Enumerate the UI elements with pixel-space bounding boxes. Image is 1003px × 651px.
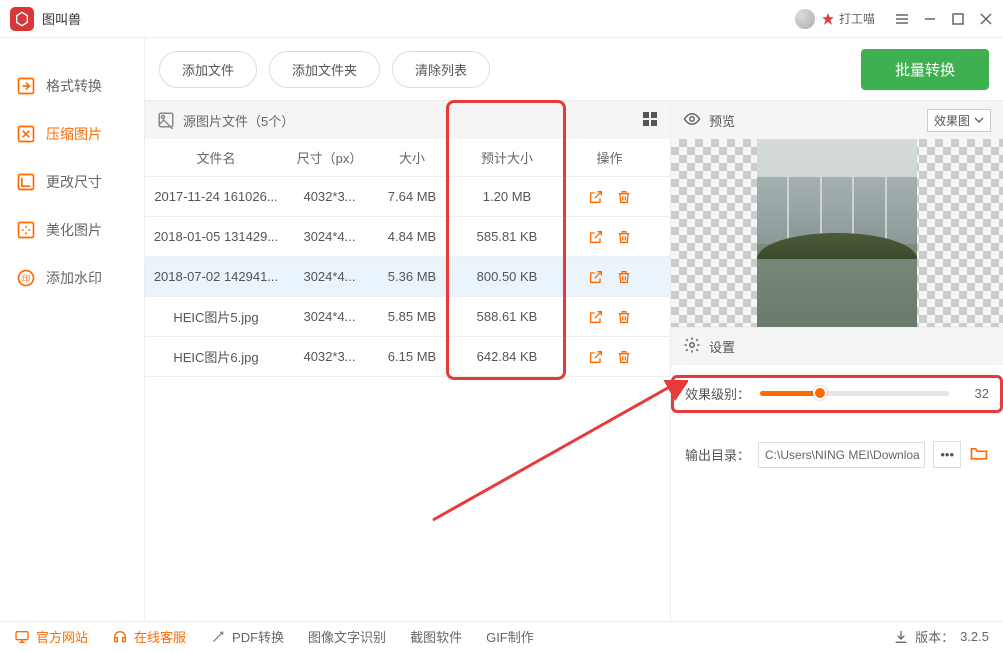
premium-icon: [821, 12, 835, 26]
sidebar: 格式转换 压缩图片 更改尺寸 美化图片 印 添加水印: [0, 38, 145, 621]
table-row[interactable]: 2018-07-02 142941... 3024*4... 5.36 MB 8…: [145, 257, 670, 297]
output-label: 输出目录：: [685, 445, 750, 464]
open-icon[interactable]: [587, 228, 605, 246]
file-table: 文件名 尺寸（px） 大小 预计大小 操作 2017-11-24 161026.…: [145, 139, 670, 377]
sidebar-item-label: 美化图片: [46, 220, 102, 240]
toolbar: 添加文件 添加文件夹 清除列表 批量转换: [145, 38, 1003, 100]
status-screenshot[interactable]: 截图软件: [410, 627, 462, 646]
col-bytes: 大小: [372, 148, 452, 167]
table-row[interactable]: 2017-11-24 161026... 4032*3... 7.64 MB 1…: [145, 177, 670, 217]
table-row[interactable]: HEIC图片6.jpg 4032*3... 6.15 MB 642.84 KB: [145, 337, 670, 377]
compress-icon: [16, 124, 36, 144]
status-support[interactable]: 在线客服: [112, 627, 186, 646]
headset-icon: [112, 629, 128, 645]
status-pdf[interactable]: PDF转换: [210, 627, 284, 646]
right-panel: 预览 效果图 设置: [671, 101, 1003, 621]
filelist-header: 源图片文件（5个）: [145, 101, 670, 139]
status-website[interactable]: 官方网站: [14, 627, 88, 646]
col-name: 文件名: [145, 148, 287, 167]
sidebar-item-label: 格式转换: [46, 76, 102, 96]
delete-icon[interactable]: [615, 188, 633, 206]
sidebar-item-label: 添加水印: [46, 268, 102, 288]
sidebar-item-beautify[interactable]: 美化图片: [0, 206, 144, 254]
open-icon[interactable]: [587, 348, 605, 366]
watermark-icon: 印: [16, 268, 36, 288]
open-icon[interactable]: [587, 268, 605, 286]
delete-icon[interactable]: [615, 308, 633, 326]
sidebar-item-watermark[interactable]: 印 添加水印: [0, 254, 144, 302]
wand-icon: [210, 629, 226, 645]
titlebar: 图叫兽 打工喵: [0, 0, 1003, 38]
preview-header: 预览 效果图: [671, 101, 1003, 139]
app-title: 图叫兽: [42, 9, 81, 28]
app-logo: [10, 7, 34, 31]
beautify-icon: [16, 220, 36, 240]
avatar[interactable]: [795, 9, 815, 29]
preview-mode-select[interactable]: 效果图: [927, 109, 991, 132]
format-icon: [16, 76, 36, 96]
folder-icon[interactable]: [969, 443, 989, 466]
filelist-title: 源图片文件（5个）: [183, 111, 294, 130]
preview-label: 预览: [709, 111, 735, 130]
quality-label: 效果级别：: [685, 384, 750, 403]
status-gif[interactable]: GIF制作: [486, 627, 534, 646]
filelist-panel: 源图片文件（5个） 文件名 尺寸（px） 大小 预计大小 操作 2017-11-…: [145, 101, 671, 621]
batch-convert-button[interactable]: 批量转换: [861, 49, 989, 90]
gear-icon: [683, 336, 701, 357]
status-ocr[interactable]: 图像文字识别: [308, 627, 386, 646]
settings-label: 设置: [709, 337, 735, 356]
table-row[interactable]: HEIC图片5.jpg 3024*4... 5.85 MB 588.61 KB: [145, 297, 670, 337]
grid-view-icon[interactable]: [642, 111, 658, 130]
delete-icon[interactable]: [615, 228, 633, 246]
quality-slider[interactable]: [760, 383, 949, 403]
close-button[interactable]: [979, 12, 993, 26]
chevron-down-icon: [974, 115, 984, 125]
table-header: 文件名 尺寸（px） 大小 预计大小 操作: [145, 139, 670, 177]
delete-icon[interactable]: [615, 348, 633, 366]
table-row[interactable]: 2018-01-05 131429... 3024*4... 4.84 MB 5…: [145, 217, 670, 257]
statusbar: 官方网站 在线客服 PDF转换 图像文字识别 截图软件 GIF制作 版本：3.2…: [0, 621, 1003, 651]
minimize-button[interactable]: [923, 12, 937, 26]
preview-image: [671, 139, 1003, 327]
col-size: 尺寸（px）: [287, 148, 372, 167]
more-button[interactable]: •••: [933, 441, 961, 468]
add-file-button[interactable]: 添加文件: [159, 51, 257, 88]
quality-value: 32: [959, 386, 989, 401]
status-version[interactable]: 版本：3.2.5: [893, 627, 989, 646]
add-folder-button[interactable]: 添加文件夹: [269, 51, 380, 88]
download-icon: [893, 629, 909, 645]
col-est: 预计大小: [452, 148, 562, 167]
maximize-button[interactable]: [951, 12, 965, 26]
sidebar-item-label: 更改尺寸: [46, 172, 102, 192]
output-path-field[interactable]: C:\Users\NING MEI\Downloa: [758, 442, 925, 468]
monitor-icon: [14, 629, 30, 645]
delete-icon[interactable]: [615, 268, 633, 286]
user-name[interactable]: 打工喵: [839, 10, 875, 27]
clear-list-button[interactable]: 清除列表: [392, 51, 490, 88]
sidebar-item-format[interactable]: 格式转换: [0, 62, 144, 110]
sidebar-item-resize[interactable]: 更改尺寸: [0, 158, 144, 206]
settings-header: 设置: [671, 327, 1003, 365]
sidebar-item-label: 压缩图片: [46, 124, 102, 144]
resize-icon: [16, 172, 36, 192]
sidebar-item-compress[interactable]: 压缩图片: [0, 110, 144, 158]
svg-text:印: 印: [22, 273, 30, 283]
image-icon: [157, 111, 175, 129]
open-icon[interactable]: [587, 308, 605, 326]
col-ops: 操作: [562, 148, 657, 167]
eye-icon: [683, 110, 701, 131]
open-icon[interactable]: [587, 188, 605, 206]
menu-button[interactable]: [895, 12, 909, 26]
